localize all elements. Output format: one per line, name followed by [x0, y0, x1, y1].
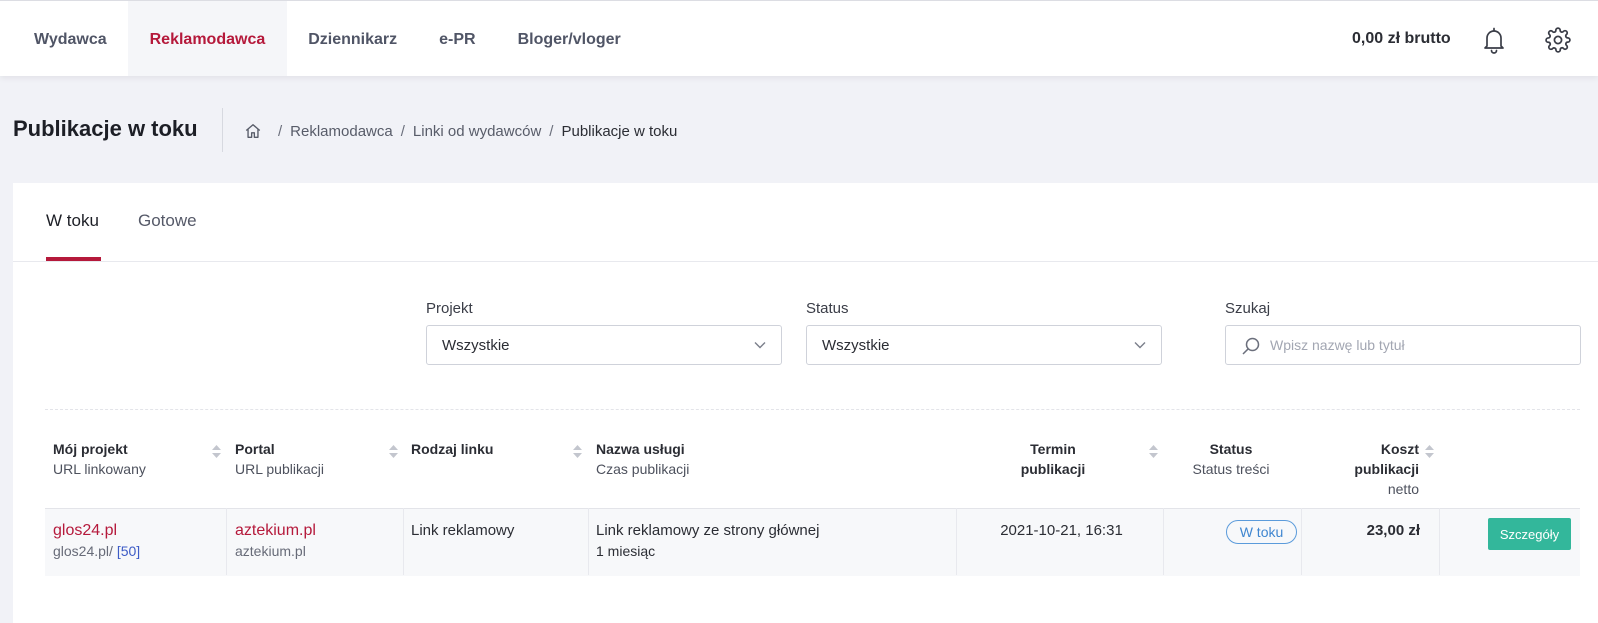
- cell-service: Link reklamowy ze strony głównej 1 miesi…: [596, 520, 819, 562]
- cell-divider: [403, 508, 404, 575]
- nav-item-epr[interactable]: e-PR: [418, 1, 496, 76]
- project-link-count[interactable]: [50]: [117, 543, 140, 559]
- sort-icon[interactable]: [1425, 445, 1434, 458]
- status-select-value: Wszystkie: [822, 337, 890, 354]
- search-box: [1225, 325, 1581, 365]
- breadcrumb-current: Publikacje w toku: [561, 122, 678, 140]
- cell-divider: [1439, 508, 1440, 575]
- home-icon[interactable]: [244, 122, 262, 140]
- cell-divider: [956, 508, 957, 575]
- header-service-sub: Czas publikacji: [596, 461, 690, 477]
- sort-icon[interactable]: [573, 445, 582, 458]
- header-cost-title-2: publikacji: [1354, 461, 1419, 477]
- chevron-down-icon: [1134, 342, 1146, 349]
- tab-w-toku[interactable]: W toku: [46, 211, 99, 231]
- details-button[interactable]: Szczegóły: [1488, 518, 1571, 550]
- header-link-type: Rodzaj linku: [411, 439, 493, 459]
- cell-divider: [1301, 508, 1302, 575]
- service-duration: 1 miesiąc: [596, 543, 656, 559]
- sort-icon[interactable]: [1149, 445, 1158, 458]
- header-portal-title: Portal: [235, 441, 275, 457]
- search-label: Szukaj: [1225, 300, 1271, 317]
- service-name: Link reklamowy ze strony głównej: [596, 522, 820, 539]
- cell-divider: [226, 508, 227, 575]
- nav-item-wydawca[interactable]: Wydawca: [0, 1, 128, 76]
- header-project: Mój projekt URL linkowany: [53, 439, 146, 479]
- project-filter-label: Projekt: [426, 300, 473, 317]
- project-select-value: Wszystkie: [442, 337, 510, 354]
- portal-link[interactable]: aztekium.pl: [235, 520, 316, 541]
- nav-item-reklamodawca[interactable]: Reklamodawca: [127, 1, 288, 76]
- header-service-title: Nazwa usługi: [596, 441, 685, 457]
- top-bar: Wydawca Reklamodawca Dziennikarz e-PR Bl…: [0, 0, 1598, 76]
- cell-divider: [588, 508, 589, 575]
- status-select[interactable]: Wszystkie: [806, 325, 1162, 365]
- active-tab-indicator: [46, 257, 101, 261]
- status-badge: W toku: [1226, 520, 1297, 544]
- chevron-down-icon: [754, 342, 766, 349]
- nav-item-dziennikarz[interactable]: Dziennikarz: [287, 1, 418, 76]
- cell-term: 2021-10-21, 16:31: [989, 520, 1134, 541]
- gear-icon[interactable]: [1545, 27, 1571, 53]
- header-status-title: Status: [1209, 441, 1253, 457]
- header-term-title-2: publikacji: [1020, 461, 1086, 477]
- project-select[interactable]: Wszystkie: [426, 325, 782, 365]
- breadcrumb: / Reklamodawca / Linki od wydawców / Pub…: [244, 121, 677, 141]
- page-title: Publikacje w toku: [13, 116, 198, 141]
- header-cost-title: Koszt: [1380, 441, 1419, 457]
- breadcrumb-separator: /: [278, 122, 283, 140]
- tab-bar: W toku Gotowe: [13, 183, 1598, 262]
- header-term: Termin publikacji: [1003, 439, 1103, 479]
- header-project-title: Mój projekt: [53, 441, 128, 457]
- account-balance[interactable]: 0,00 zł brutto: [1352, 30, 1451, 48]
- breadcrumb-separator: /: [549, 122, 554, 140]
- cell-cost: 23,00 zł: [1333, 520, 1420, 541]
- header-portal: Portal URL publikacji: [235, 439, 324, 479]
- cost-value: 23,00 zł: [1366, 522, 1420, 539]
- term-value: 2021-10-21, 16:31: [1000, 522, 1123, 539]
- cell-divider: [1163, 508, 1164, 575]
- project-url: glos24.pl/: [53, 543, 113, 559]
- filter-divider: [45, 409, 1580, 410]
- search-input[interactable]: [1270, 335, 1560, 355]
- header-status-sub: Status treści: [1192, 461, 1270, 477]
- status-filter-label: Status: [806, 300, 849, 317]
- breadcrumb-linki[interactable]: Linki od wydawców: [413, 123, 541, 140]
- header-link-type-title: Rodzaj linku: [411, 441, 494, 457]
- portal-url: aztekium.pl: [235, 543, 306, 559]
- header-status: Status Status treści: [1176, 439, 1286, 479]
- cell-link-type: Link reklamowy: [411, 520, 514, 541]
- main-nav: Wydawca Reklamodawca Dziennikarz e-PR Bl…: [0, 1, 642, 76]
- bell-icon[interactable]: [1482, 26, 1506, 54]
- cell-portal: aztekium.pl aztekium.pl: [235, 520, 316, 562]
- header-cost: Koszt publikacji netto: [1339, 439, 1419, 499]
- header-portal-sub: URL publikacji: [235, 461, 324, 477]
- sort-icon[interactable]: [212, 445, 221, 458]
- sort-icon[interactable]: [389, 445, 398, 458]
- title-divider: [222, 108, 223, 152]
- nav-item-bloger[interactable]: Bloger/vloger: [497, 1, 642, 76]
- header-cost-sub: netto: [1387, 481, 1419, 497]
- cell-project: glos24.pl glos24.pl/ [50]: [53, 520, 140, 562]
- header-service: Nazwa usługi Czas publikacji: [596, 439, 689, 479]
- tab-gotowe[interactable]: Gotowe: [138, 211, 197, 231]
- project-link[interactable]: glos24.pl: [53, 520, 140, 541]
- link-type-value: Link reklamowy: [411, 522, 515, 539]
- breadcrumb-separator: /: [400, 122, 405, 140]
- header-project-sub: URL linkowany: [53, 461, 146, 477]
- breadcrumb-reklamodawca[interactable]: Reklamodawca: [290, 123, 393, 140]
- search-icon: [1242, 337, 1260, 355]
- publications-card: W toku Gotowe Projekt Wszystkie Status W…: [13, 183, 1598, 623]
- header-term-title: Termin: [1030, 441, 1076, 457]
